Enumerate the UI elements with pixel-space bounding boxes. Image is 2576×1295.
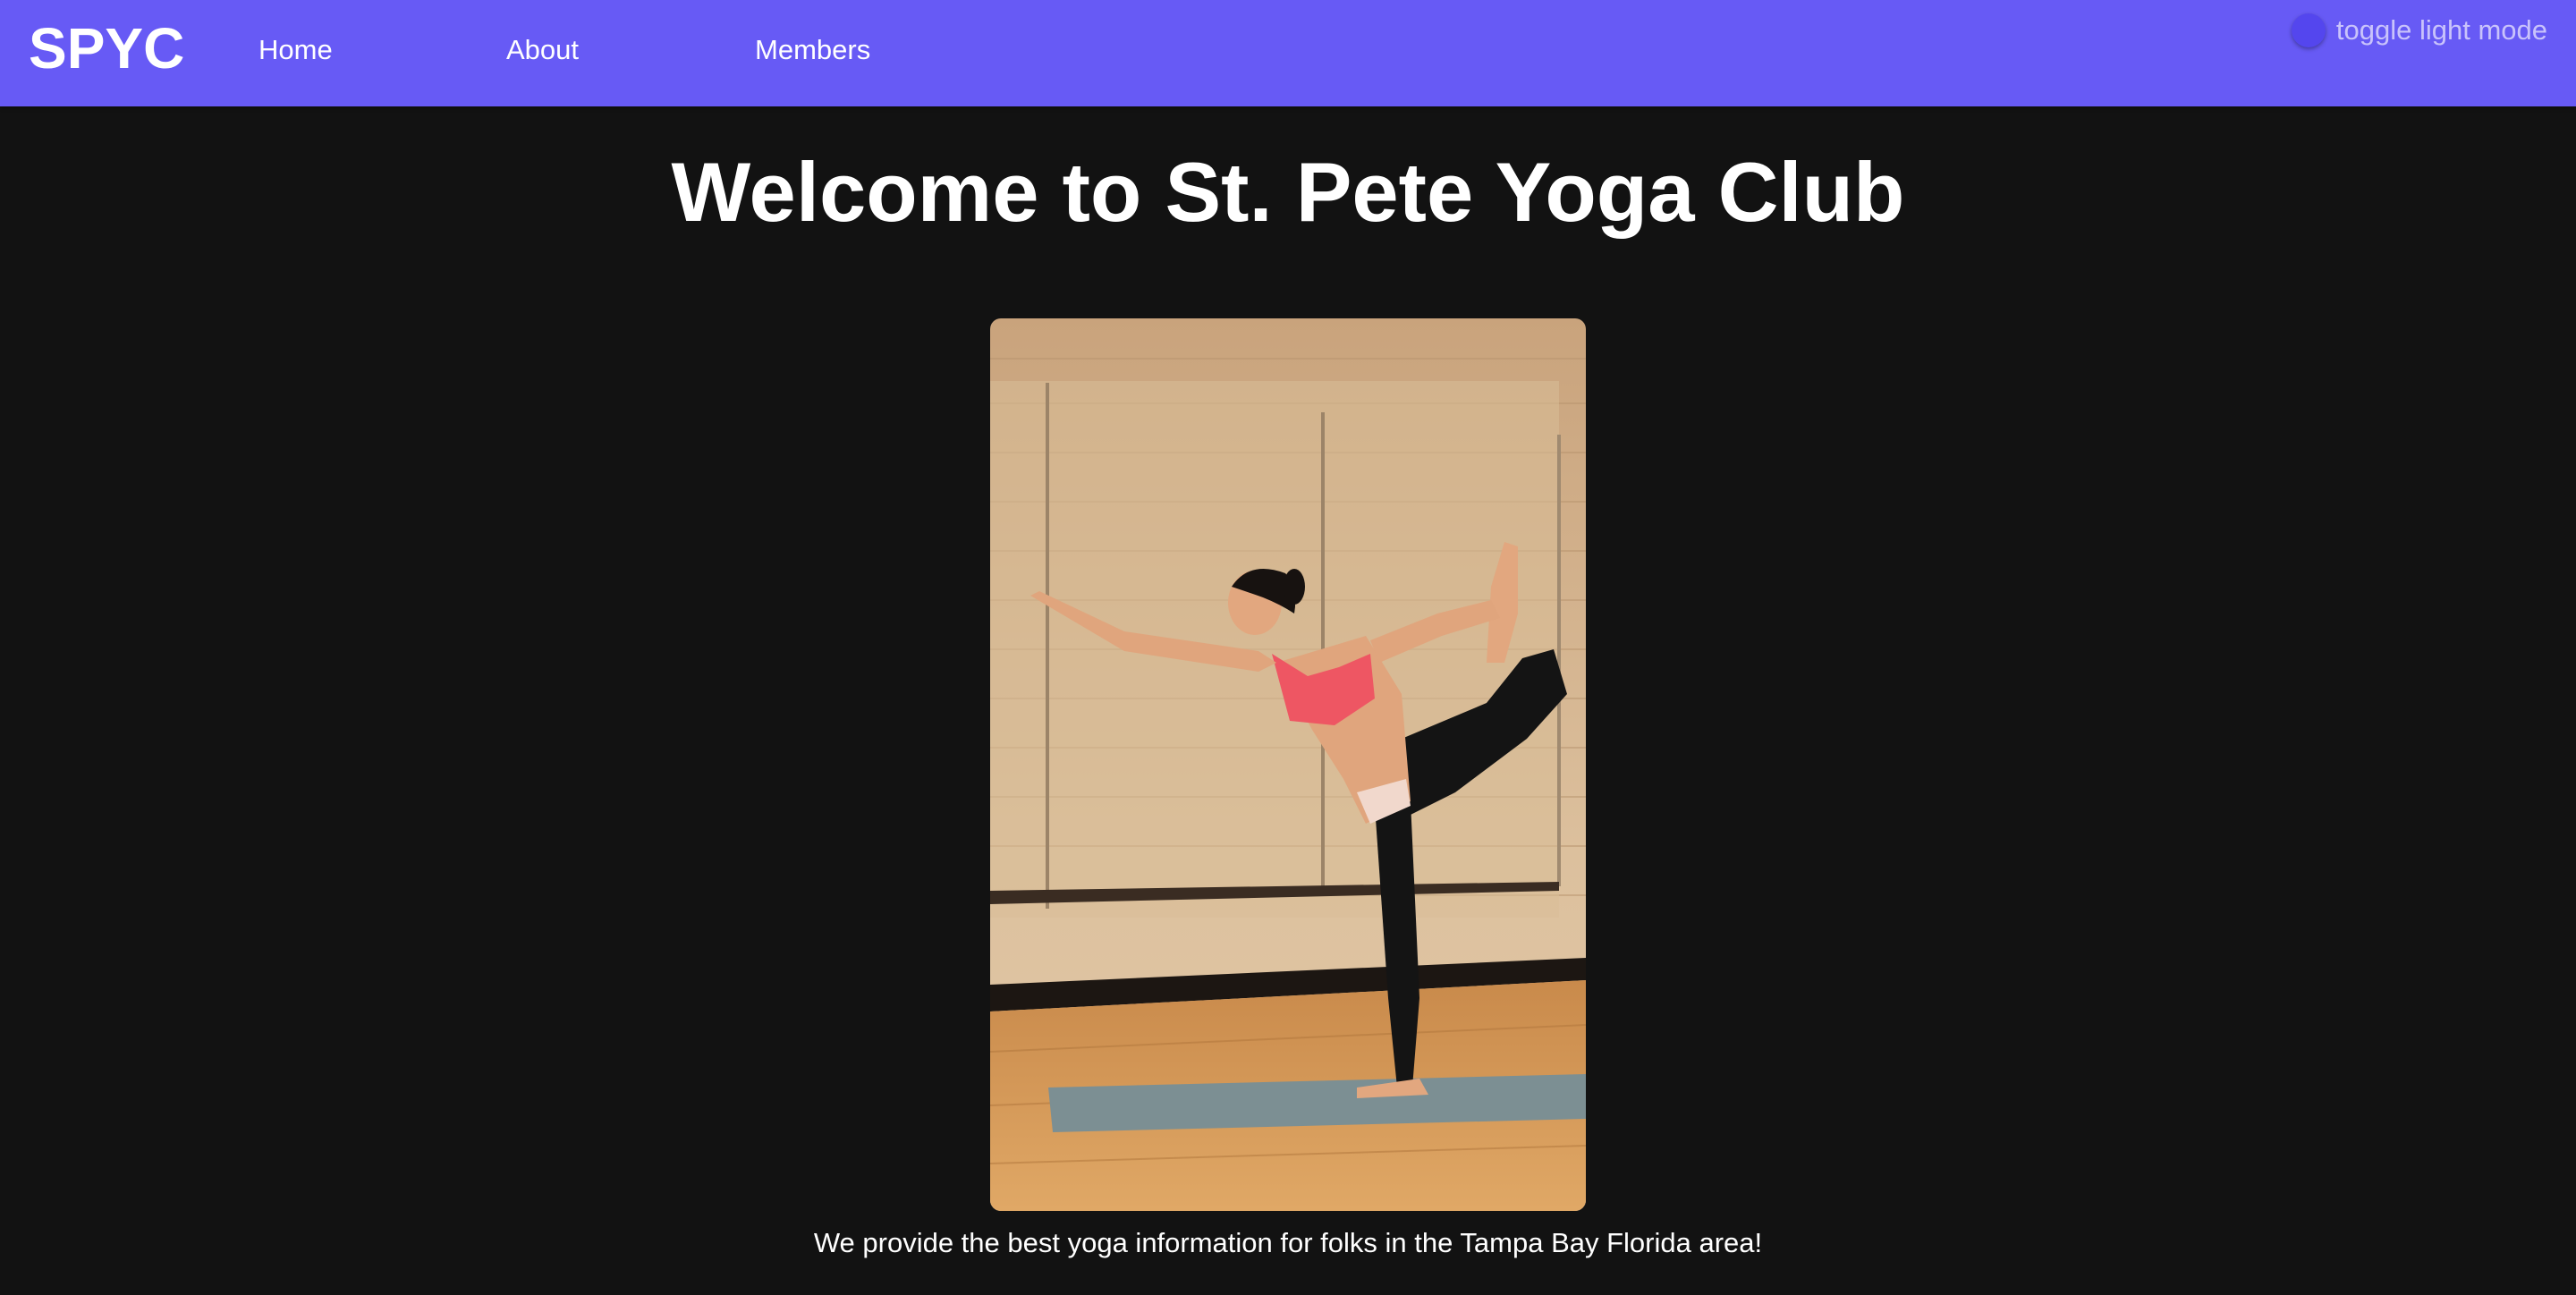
navbar: SPYC Home About Members toggle light mod… <box>0 0 2576 106</box>
nav-link-about[interactable]: About <box>506 32 579 68</box>
nav-link-home[interactable]: Home <box>258 32 333 68</box>
welcome-caption: We provide the best yoga information for… <box>813 1227 1763 1258</box>
toggle-label: toggle light mode <box>2335 14 2547 46</box>
page-title: Welcome to St. Pete Yoga Club <box>671 145 1905 239</box>
nav-link-members[interactable]: Members <box>755 32 870 68</box>
brand-logo[interactable]: SPYC <box>29 16 184 80</box>
toggle-knob-icon <box>2291 13 2326 47</box>
yoga-pose-photo <box>990 318 1586 1211</box>
light-mode-toggle[interactable]: toggle light mode <box>2291 13 2547 48</box>
